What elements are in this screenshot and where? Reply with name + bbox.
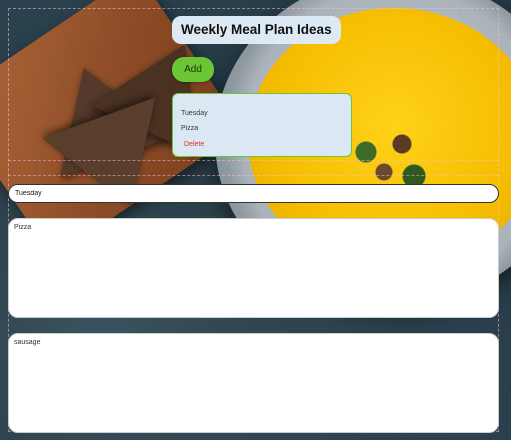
meal-card: Tuesday Pizza Delete [172, 93, 352, 157]
delete-button[interactable]: Delete [184, 141, 204, 148]
add-button[interactable]: Add [172, 57, 214, 82]
notes-textarea[interactable]: sausage [8, 333, 499, 433]
meal-card-day: Tuesday [181, 110, 208, 117]
meal-card-meal: Pizza [181, 125, 199, 132]
meal-textarea[interactable]: Pizza [8, 218, 499, 318]
page-title: Weekly Meal Plan Ideas [172, 16, 341, 44]
day-input[interactable] [8, 184, 499, 203]
